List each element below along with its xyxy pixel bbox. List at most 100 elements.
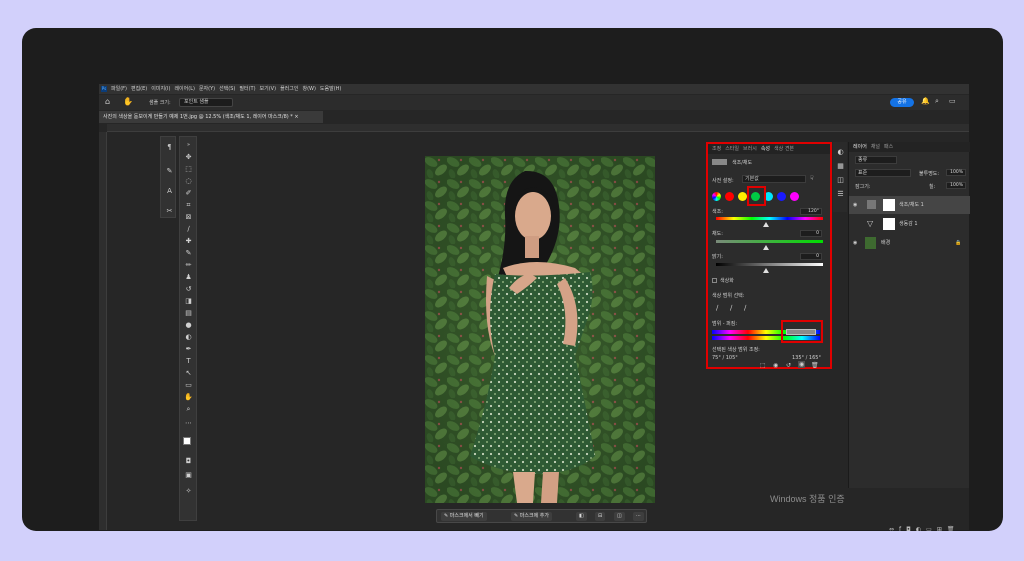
eyedropper-tool-icon[interactable]: ∕ bbox=[184, 225, 193, 233]
healing-brush-icon[interactable]: ✚ bbox=[184, 237, 193, 245]
type-tool-icon[interactable]: T bbox=[184, 357, 193, 365]
collapse-icon[interactable]: » bbox=[184, 141, 193, 149]
menu-item[interactable]: 플러그인 bbox=[280, 86, 298, 92]
menu-item[interactable]: 도움말(H) bbox=[320, 86, 341, 92]
tool-presets-icon[interactable]: ✂ bbox=[165, 207, 174, 215]
mask-refine-button[interactable]: ◫ bbox=[614, 512, 625, 521]
invert-mask-button[interactable]: ◧ bbox=[576, 512, 587, 521]
marquee-tool-icon[interactable]: ⬚ bbox=[184, 165, 193, 173]
document-tab[interactable]: 사진의 색상을 돋보이게 만들기 예제 1번.jpg @ 12.5% (색조/채… bbox=[99, 111, 323, 123]
path-selection-icon[interactable]: ↖ bbox=[184, 369, 193, 377]
reset-icon[interactable]: ↺ bbox=[786, 362, 791, 369]
clone-stamp-icon[interactable]: ♟ bbox=[184, 273, 193, 281]
menu-item[interactable]: 창(W) bbox=[302, 86, 315, 92]
home-icon[interactable]: ⌂ bbox=[105, 97, 110, 106]
menu-item[interactable]: 파일(F) bbox=[111, 86, 127, 92]
menu-item[interactable]: 보기(V) bbox=[260, 86, 277, 92]
color-swatch[interactable] bbox=[777, 192, 786, 201]
saturation-field[interactable]: 0 bbox=[800, 230, 822, 237]
hand-adjust-icon[interactable]: ☟ bbox=[810, 175, 822, 183]
move-tool-icon[interactable]: ✥ bbox=[184, 153, 193, 161]
library-panel-icon[interactable]: ◫ bbox=[836, 176, 845, 184]
quick-select-icon[interactable]: ✐ bbox=[184, 189, 193, 197]
colorize-checkbox[interactable] bbox=[712, 278, 717, 283]
menu-item[interactable]: 문자(Y) bbox=[199, 86, 215, 92]
rectangle-tool-icon[interactable]: ▭ bbox=[184, 381, 193, 389]
preset-select[interactable]: 기본값 bbox=[742, 175, 806, 183]
color-swatch[interactable] bbox=[725, 192, 734, 201]
hue-slider[interactable] bbox=[716, 217, 823, 220]
menu-item[interactable]: 레이어(L) bbox=[174, 86, 195, 92]
panel-tab[interactable]: 색상 견본 bbox=[774, 146, 794, 152]
bell-icon[interactable]: 🔔 bbox=[921, 97, 930, 105]
sample-size-select[interactable]: 포인트 샘플 bbox=[179, 98, 233, 107]
saturation-slider[interactable] bbox=[716, 240, 823, 243]
master-color-swatch[interactable] bbox=[712, 192, 721, 201]
menu-item[interactable]: 편집(E) bbox=[131, 86, 147, 92]
layer-mask-thumbnail[interactable] bbox=[883, 218, 895, 230]
quick-mask-icon[interactable]: ◘ bbox=[184, 457, 193, 465]
panel-tab[interactable]: 조정 bbox=[712, 146, 721, 152]
fill-field[interactable]: 100% bbox=[946, 182, 966, 189]
lightness-slider[interactable] bbox=[716, 263, 823, 266]
visibility-icon[interactable]: ◉ bbox=[798, 361, 806, 368]
gradient-tool-icon[interactable]: ▤ bbox=[184, 309, 193, 317]
lightness-thumb[interactable] bbox=[763, 268, 769, 273]
panel-tab[interactable]: 레이어 bbox=[853, 144, 867, 150]
menu-item[interactable]: 필터(T) bbox=[239, 86, 255, 92]
properties-panel-icon[interactable]: ☰ bbox=[836, 190, 845, 198]
screen-mode-icon[interactable]: ▣ bbox=[184, 471, 193, 479]
subtract-from-mask-button[interactable]: ✎ 마스크에서 빼기 bbox=[441, 512, 487, 521]
layer-mask-thumbnail[interactable] bbox=[883, 199, 895, 211]
crop-tool-icon[interactable]: ⌗ bbox=[184, 201, 193, 209]
layer-row[interactable]: ▽ 생동감 1 bbox=[849, 215, 970, 233]
layer-row[interactable]: ◉ 색조/채도 1 bbox=[849, 196, 970, 214]
hue-field[interactable]: 120° bbox=[800, 208, 822, 215]
delete-layer-icon[interactable]: 🗑 bbox=[947, 526, 960, 531]
foreground-color[interactable] bbox=[183, 437, 191, 445]
blur-tool-icon[interactable]: ● bbox=[184, 321, 193, 329]
blend-mode-select[interactable]: 표준 bbox=[855, 169, 911, 177]
share-button[interactable]: 공유 bbox=[890, 98, 914, 107]
history-brush-icon[interactable]: ↺ bbox=[184, 285, 193, 293]
eraser-tool-icon[interactable]: ◨ bbox=[184, 297, 193, 305]
menu-item[interactable]: 선택(S) bbox=[219, 86, 235, 92]
eye-icon[interactable]: ◉ bbox=[853, 196, 857, 214]
opacity-field[interactable]: 100% bbox=[946, 169, 966, 176]
hand-tool-icon[interactable]: ✋ bbox=[184, 393, 193, 401]
adjustments-panel-icon[interactable]: ▦ bbox=[836, 162, 845, 170]
eye-icon[interactable]: ◉ bbox=[853, 234, 857, 252]
brush-tool-icon[interactable]: ✎ bbox=[184, 249, 193, 257]
zoom-tool-icon[interactable]: ⌕ bbox=[184, 405, 193, 413]
mask-icon[interactable]: ◘ bbox=[906, 526, 916, 531]
color-swatch[interactable] bbox=[738, 192, 747, 201]
panel-tab[interactable]: 패스 bbox=[884, 144, 893, 150]
character-icon[interactable]: A bbox=[165, 187, 174, 195]
trash-icon[interactable]: 🗑 bbox=[811, 362, 819, 369]
panel-tab[interactable]: 속성 bbox=[761, 146, 770, 152]
lightness-field[interactable]: 0 bbox=[800, 253, 822, 260]
color-swatch[interactable] bbox=[790, 192, 799, 201]
mask-options-button[interactable]: ⊟ bbox=[595, 512, 606, 521]
generative-icon[interactable]: ✧ bbox=[184, 487, 193, 495]
saturation-thumb[interactable] bbox=[763, 245, 769, 250]
color-panel-icon[interactable]: ◐ bbox=[836, 148, 845, 156]
add-to-mask-button[interactable]: ✎ 마스크에 추가 bbox=[511, 512, 552, 521]
workspace-icon[interactable]: ▭ bbox=[949, 97, 956, 105]
new-layer-icon[interactable]: ⊞ bbox=[937, 526, 947, 531]
panel-tab[interactable]: 스타일 bbox=[725, 146, 739, 152]
eyedropper-icon[interactable]: ∕ bbox=[716, 304, 718, 312]
layer-row[interactable]: ◉ 배경 🔒 bbox=[849, 234, 970, 252]
clip-to-layer-icon[interactable]: ⬚ bbox=[760, 362, 766, 369]
frame-tool-icon[interactable]: ⊠ bbox=[184, 213, 193, 221]
more-options-button[interactable]: ⋯ bbox=[633, 512, 644, 521]
eyedropper-plus-icon[interactable]: ∕ bbox=[730, 304, 732, 312]
hue-thumb[interactable] bbox=[763, 222, 769, 227]
link-icon[interactable]: ⇔ bbox=[889, 526, 899, 531]
text-tool-icon[interactable]: ¶ bbox=[165, 143, 174, 151]
panel-tab[interactable]: 브러시 bbox=[743, 146, 757, 152]
menu-item[interactable]: 이미지(I) bbox=[151, 86, 170, 92]
pencil-tool-icon[interactable]: ✏ bbox=[184, 261, 193, 269]
close-tab-icon[interactable]: × bbox=[294, 114, 298, 120]
pen-tool-icon[interactable]: ✒ bbox=[184, 345, 193, 353]
